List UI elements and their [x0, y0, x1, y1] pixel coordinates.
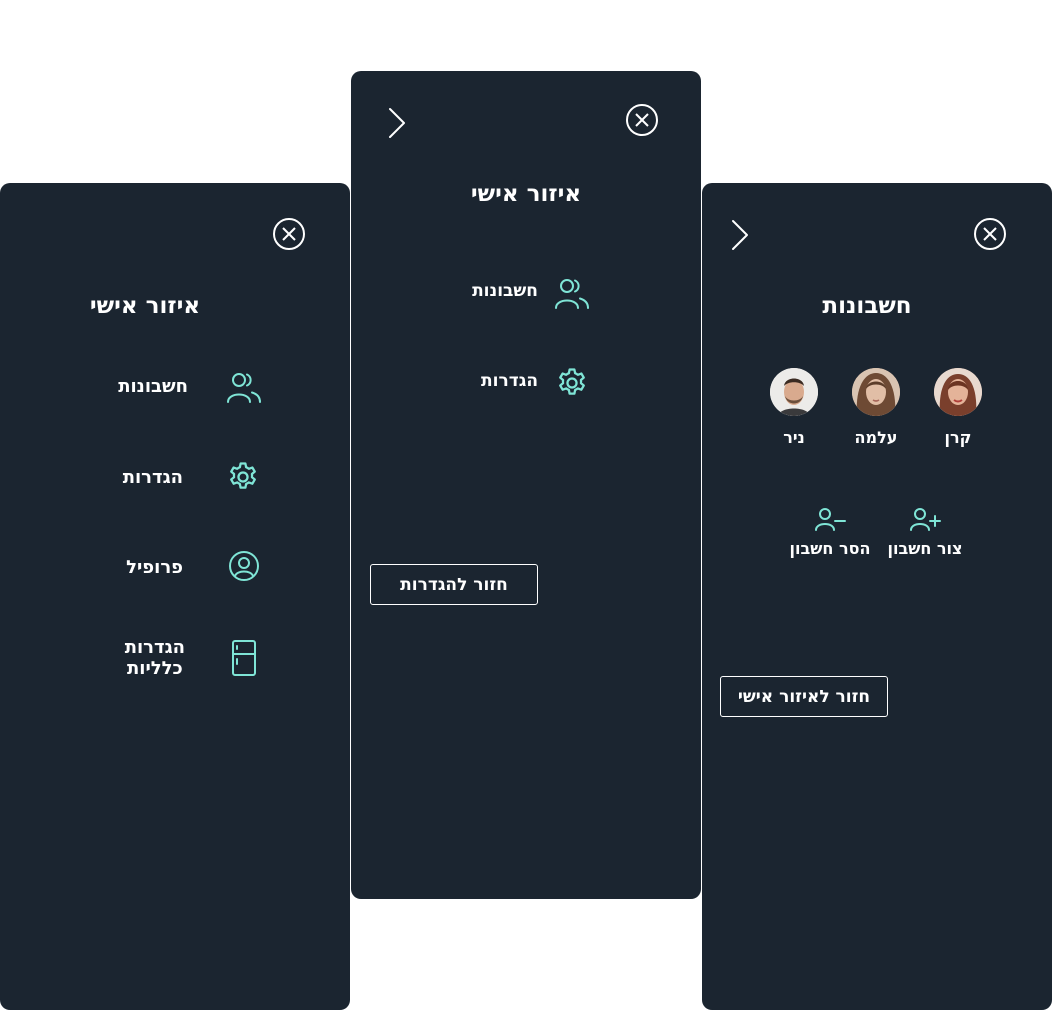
menu-item-settings[interactable]: הגדרות: [456, 363, 596, 407]
create-account-button[interactable]: צור חשבון: [885, 506, 965, 562]
back-to-personal-area-button[interactable]: חזור לאיזור אישי: [720, 676, 888, 717]
users-icon: [554, 275, 590, 315]
account-name: ניר: [783, 428, 805, 447]
account-name: קרן: [944, 428, 972, 447]
users-icon: [226, 369, 262, 409]
page-title: איזור אישי: [470, 181, 582, 207]
user-plus-icon: [909, 506, 941, 536]
avatar[interactable]: [852, 368, 900, 416]
remove-account-label: הסר חשבון: [789, 539, 871, 558]
fridge-icon: [230, 639, 258, 681]
menu-item-label: הגדרות: [122, 467, 183, 488]
avatar[interactable]: [934, 368, 982, 416]
user-circle-icon: [228, 550, 260, 586]
remove-account-button[interactable]: הסר חשבון: [786, 506, 874, 562]
page-title: חשבונות: [822, 293, 912, 319]
personal-area-panel: איזור אישי חשבונות הגדרות פרופיל הגדרות …: [0, 183, 350, 1010]
page-title: איזור אישי: [89, 293, 201, 319]
close-icon[interactable]: [626, 104, 658, 136]
accounts-panel: חשבונות קרן עלמה ניר צור חשבון הסר חשבון…: [702, 183, 1052, 1010]
menu-item-accounts[interactable]: חשבונות: [100, 363, 270, 413]
back-to-settings-button[interactable]: חזור להגדרות: [370, 564, 538, 605]
chevron-right-icon[interactable]: [730, 219, 750, 251]
menu-item-general-settings[interactable]: הגדרות כלליות: [100, 633, 270, 688]
account-name: עלמה: [854, 428, 898, 447]
gear-icon: [555, 366, 589, 404]
menu-item-label: פרופיל: [126, 557, 183, 578]
create-account-label: צור חשבון: [887, 539, 963, 558]
menu-item-label: הגדרות כלליות: [124, 637, 185, 679]
avatar[interactable]: [770, 368, 818, 416]
close-icon[interactable]: [273, 218, 305, 250]
personal-area-settings-panel: איזור אישי חשבונות הגדרות חזור להגדרות: [351, 71, 701, 899]
menu-item-accounts[interactable]: חשבונות: [456, 271, 596, 315]
user-minus-icon: [814, 506, 846, 536]
close-icon[interactable]: [974, 218, 1006, 250]
menu-item-profile[interactable]: פרופיל: [100, 545, 270, 595]
chevron-right-icon[interactable]: [387, 107, 407, 139]
menu-item-label: הגדרות: [481, 371, 538, 391]
menu-item-label: חשבונות: [118, 376, 188, 397]
menu-item-label: חשבונות: [472, 281, 538, 301]
menu-item-settings[interactable]: הגדרות: [100, 455, 270, 505]
gear-icon: [226, 460, 260, 498]
